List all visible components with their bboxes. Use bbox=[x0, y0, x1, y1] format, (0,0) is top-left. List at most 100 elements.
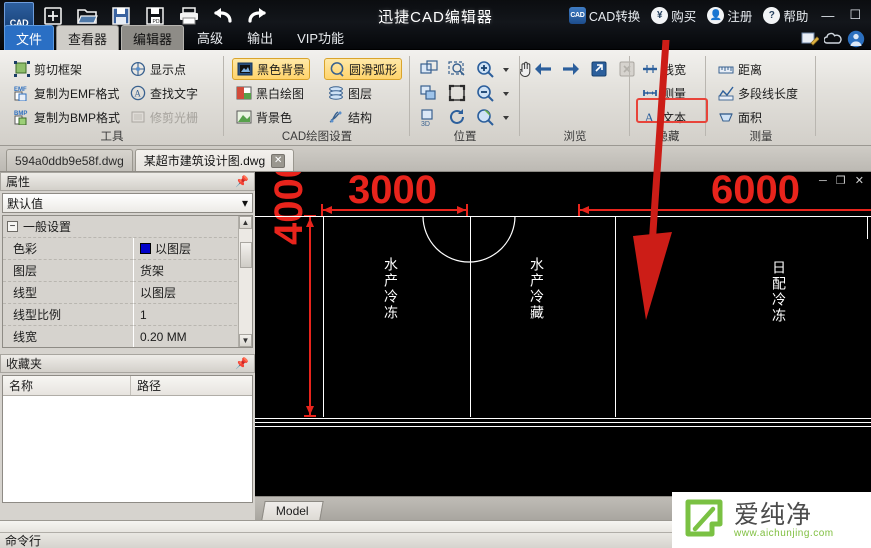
measure-hide-button[interactable]: 测量 bbox=[638, 82, 690, 104]
pin-icon[interactable]: 📌 bbox=[235, 357, 249, 370]
property-key: 线型 bbox=[3, 282, 133, 304]
zoom-in-icon[interactable] bbox=[474, 58, 496, 80]
dimension-arrows-3000 bbox=[323, 206, 466, 214]
zoom-out-icon[interactable] bbox=[474, 82, 496, 104]
document-tab-2[interactable]: 某超市建筑设计图.dwg ✕ bbox=[134, 149, 295, 171]
find-text-button[interactable]: A 查找文字 bbox=[126, 82, 202, 104]
bw-drawing-button[interactable]: 黑白绘图 bbox=[232, 82, 310, 104]
ribbon-toolbar: 剪切框架 EMF 复制为EMF格式 BMP 复制为BMP格式 显示点 A 查找文… bbox=[0, 50, 871, 146]
text-button[interactable]: A 文本 bbox=[638, 106, 690, 128]
bw-drawing-label: 黑白绘图 bbox=[256, 86, 305, 101]
structure-button[interactable]: 结构 bbox=[324, 106, 402, 128]
zoom-out-dropdown-caret-icon[interactable] bbox=[503, 92, 509, 96]
lineweight-button[interactable]: 线宽 bbox=[638, 58, 690, 80]
cad-drawing-canvas[interactable]: ─ ❐ ✕ 3000 6000 4000 水产冷冻 水产冷藏 日配冷冻 bbox=[255, 172, 871, 496]
smooth-arc-toggle[interactable]: 圆滑弧形 bbox=[324, 58, 403, 80]
maximize-button[interactable]: ☐ bbox=[843, 7, 867, 23]
dimension-line-6000 bbox=[578, 209, 871, 211]
distance-button[interactable]: 距离 bbox=[714, 58, 802, 80]
forward-arrow-icon[interactable] bbox=[560, 58, 582, 80]
zoom-realtime-dropdown-caret-icon[interactable] bbox=[503, 116, 509, 120]
menu-item-output[interactable]: 输出 bbox=[236, 25, 284, 50]
ribbon-group-cad-settings-title: CAD绘图设置 bbox=[281, 131, 353, 143]
menu-item-vip[interactable]: VIP功能 bbox=[286, 25, 355, 50]
area-icon bbox=[718, 109, 734, 125]
structure-icon bbox=[328, 109, 344, 125]
properties-scrollbar[interactable]: ▲ ▼ bbox=[238, 216, 252, 347]
structure-label: 结构 bbox=[348, 110, 373, 125]
properties-preset-combo[interactable]: 默认值 ▾ bbox=[2, 193, 253, 213]
scroll-up-icon[interactable]: ▲ bbox=[239, 216, 252, 229]
group-divider bbox=[815, 56, 816, 136]
properties-group-row[interactable]: − 一般设置 bbox=[3, 216, 252, 238]
layers-icon bbox=[328, 85, 344, 101]
zoom-select-icon[interactable] bbox=[446, 58, 468, 80]
zoom-3d-icon[interactable]: 3D bbox=[418, 106, 440, 128]
menu-item-advanced[interactable]: 高级 bbox=[186, 25, 234, 50]
table-row[interactable]: 线型 以图层 bbox=[3, 282, 252, 304]
property-key: 色彩 bbox=[3, 238, 133, 260]
property-value[interactable]: 以图层 bbox=[133, 238, 252, 260]
property-value[interactable]: 1 bbox=[133, 304, 252, 326]
ribbon-group-measure-title: 测量 bbox=[749, 131, 773, 143]
show-point-label: 显示点 bbox=[150, 62, 187, 77]
properties-group-label: 一般设置 bbox=[23, 220, 72, 234]
watermark-url: www.aichunjing.com bbox=[734, 527, 834, 539]
user-icon: 👤 bbox=[707, 6, 725, 24]
property-value[interactable]: 以图层 bbox=[133, 282, 252, 304]
table-row[interactable]: 线型比例 1 bbox=[3, 304, 252, 326]
document-tab-2-label: 某超市建筑设计图.dwg bbox=[143, 154, 266, 168]
partition-line-2 bbox=[615, 217, 616, 417]
black-background-toggle[interactable]: 黑色背景 bbox=[232, 58, 311, 80]
favorites-header-row: 名称 路径 bbox=[3, 376, 252, 396]
scrollbar-thumb[interactable] bbox=[240, 242, 252, 268]
menu-item-viewer[interactable]: 查看器 bbox=[56, 25, 120, 50]
model-tab[interactable]: Model bbox=[261, 501, 324, 520]
show-point-button[interactable]: 显示点 bbox=[126, 58, 202, 80]
zoom-realtime-icon[interactable] bbox=[474, 106, 496, 128]
favorites-list[interactable]: 名称 路径 bbox=[2, 375, 253, 503]
table-row[interactable]: 线宽 0.20 MM bbox=[3, 326, 252, 347]
wall-line-left-vertical bbox=[323, 217, 324, 417]
ribbon-group-cad-settings: 黑色背景 黑白绘图 背景色 圆滑弧形 图层 结构 CAD绘图设置 bbox=[224, 50, 410, 146]
mdi-window-controls[interactable]: ─ ❐ ✕ bbox=[819, 174, 867, 187]
back-arrow-icon[interactable] bbox=[532, 58, 554, 80]
copy-as-emf-button[interactable]: EMF 复制为EMF格式 bbox=[10, 82, 124, 104]
document-tab-1[interactable]: 594a0ddb9e58f.dwg bbox=[6, 149, 133, 171]
avatar-icon[interactable] bbox=[847, 30, 865, 48]
door-swing-arc bbox=[422, 216, 516, 263]
feedback-icon[interactable] bbox=[801, 30, 819, 48]
close-icon[interactable]: ✕ bbox=[271, 153, 286, 168]
zoom-in-dropdown-caret-icon[interactable] bbox=[503, 68, 509, 72]
zoom-extents-icon[interactable] bbox=[446, 82, 468, 104]
table-row[interactable]: 图层 货架 bbox=[3, 260, 252, 282]
copy-as-bmp-button[interactable]: BMP 复制为BMP格式 bbox=[10, 106, 124, 128]
area-button[interactable]: 面积 bbox=[714, 106, 802, 128]
minimize-button[interactable]: — bbox=[815, 8, 840, 23]
background-color-label: 背景色 bbox=[256, 110, 293, 125]
layers-button[interactable]: 图层 bbox=[324, 82, 402, 104]
zoom-window-icon[interactable] bbox=[418, 58, 440, 80]
table-row[interactable]: 色彩 以图层 bbox=[3, 238, 252, 260]
zoom-refresh-icon[interactable] bbox=[446, 106, 468, 128]
zoom-previous-icon[interactable] bbox=[418, 82, 440, 104]
cloud-icon[interactable] bbox=[824, 30, 842, 48]
property-value[interactable]: 货架 bbox=[133, 260, 252, 282]
menu-item-editor[interactable]: 编辑器 bbox=[121, 25, 185, 50]
menu-item-file[interactable]: 文件 bbox=[4, 25, 55, 50]
open-drawing-icon[interactable] bbox=[588, 58, 610, 80]
pin-icon[interactable]: 📌 bbox=[235, 175, 249, 188]
expander-icon[interactable]: − bbox=[7, 221, 18, 232]
properties-table[interactable]: − 一般设置 色彩 以图层 图层 货架 线型 以图层 线型比例 1 线宽 0.2… bbox=[2, 215, 253, 348]
ribbon-group-tools-title: 工具 bbox=[100, 131, 124, 143]
lineweight-icon bbox=[642, 61, 658, 77]
background-color-button[interactable]: 背景色 bbox=[232, 106, 310, 128]
register-label: 注册 bbox=[727, 9, 753, 24]
polyline-length-button[interactable]: 多段线长度 bbox=[714, 82, 802, 104]
property-value[interactable]: 0.20 MM bbox=[133, 326, 252, 347]
wall-line-bottom-2 bbox=[255, 422, 871, 423]
chevron-down-icon: ▾ bbox=[241, 196, 248, 210]
scroll-down-icon[interactable]: ▼ bbox=[239, 334, 252, 347]
trim-raster-label: 修剪光栅 bbox=[150, 110, 199, 125]
crop-frame-button[interactable]: 剪切框架 bbox=[10, 58, 124, 80]
